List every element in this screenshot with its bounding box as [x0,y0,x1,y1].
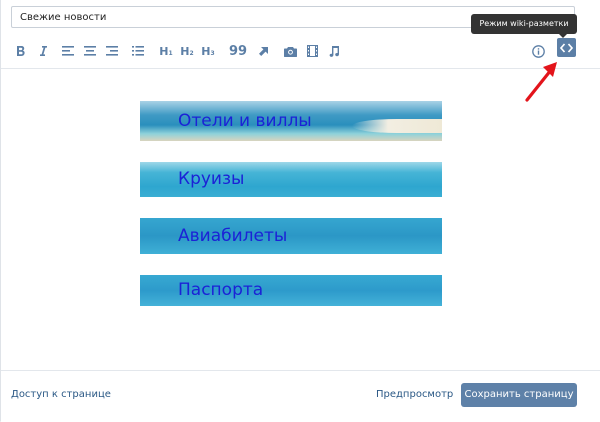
code-brackets-icon [560,42,573,53]
heading-3-label: H [201,44,211,58]
banner-cruises[interactable]: Круизы [140,162,442,197]
banner-label: Авиабилеты [178,225,288,246]
banner-label: Круизы [178,169,245,189]
align-right-icon [106,46,118,56]
heading-1-level: 1 [168,49,173,57]
heading-2-label: H [180,44,190,58]
page-content: Отели и виллы Круизы Авиабилеты Паспорта [1,69,600,369]
align-left-icon [62,46,74,56]
italic-icon [40,46,47,56]
music-note-icon [329,46,339,57]
audio-button[interactable] [327,41,341,61]
list-icon [132,46,144,56]
heading-1-label: H [159,44,169,58]
list-button[interactable] [131,41,145,61]
banner-passports[interactable]: Паспорта [140,275,442,306]
photo-button[interactable] [283,41,297,61]
heading-2-button[interactable]: H2 [180,41,194,61]
preview-link[interactable]: Предпросмотр [376,389,453,400]
align-right-button[interactable] [105,41,119,61]
wiki-mode-tooltip: Режим wiki-разметки [471,14,577,38]
save-page-button[interactable]: Сохранить страницу [461,383,577,407]
wiki-markup-mode-button[interactable] [557,38,576,57]
info-icon [531,44,545,58]
align-center-icon [84,46,96,56]
quote-button[interactable]: 99 [229,41,247,61]
heading-3-level: 3 [210,49,215,57]
banner-label: Паспорта [178,280,264,300]
bold-icon [17,46,25,56]
heading-2-level: 2 [189,49,194,57]
italic-button[interactable] [36,41,50,61]
banner-label: Отели и виллы [178,110,312,131]
link-arrow-icon [259,47,268,56]
heading-1-button[interactable]: H1 [159,41,173,61]
film-icon [306,45,318,57]
editor-toolbar: H1 H2 H3 99 [1,34,600,69]
align-left-button[interactable] [61,41,75,61]
link-button[interactable] [257,41,271,61]
banner-hotels[interactable]: Отели и виллы [140,101,442,141]
align-center-button[interactable] [83,41,97,61]
video-button[interactable] [305,41,319,61]
camera-icon [283,46,297,57]
editor-footer: Доступ к странице Предпросмотр Сохранить… [1,370,600,422]
page-access-link[interactable]: Доступ к странице [11,389,111,400]
wiki-editor: Свежие новости H 1 H 2 H 3 99 Режим wiki… [0,0,600,422]
heading-3-button[interactable]: H3 [201,41,215,61]
banner-flights[interactable]: Авиабилеты [140,218,442,254]
bold-button[interactable] [14,41,28,61]
quote-icon: 99 [229,43,248,59]
